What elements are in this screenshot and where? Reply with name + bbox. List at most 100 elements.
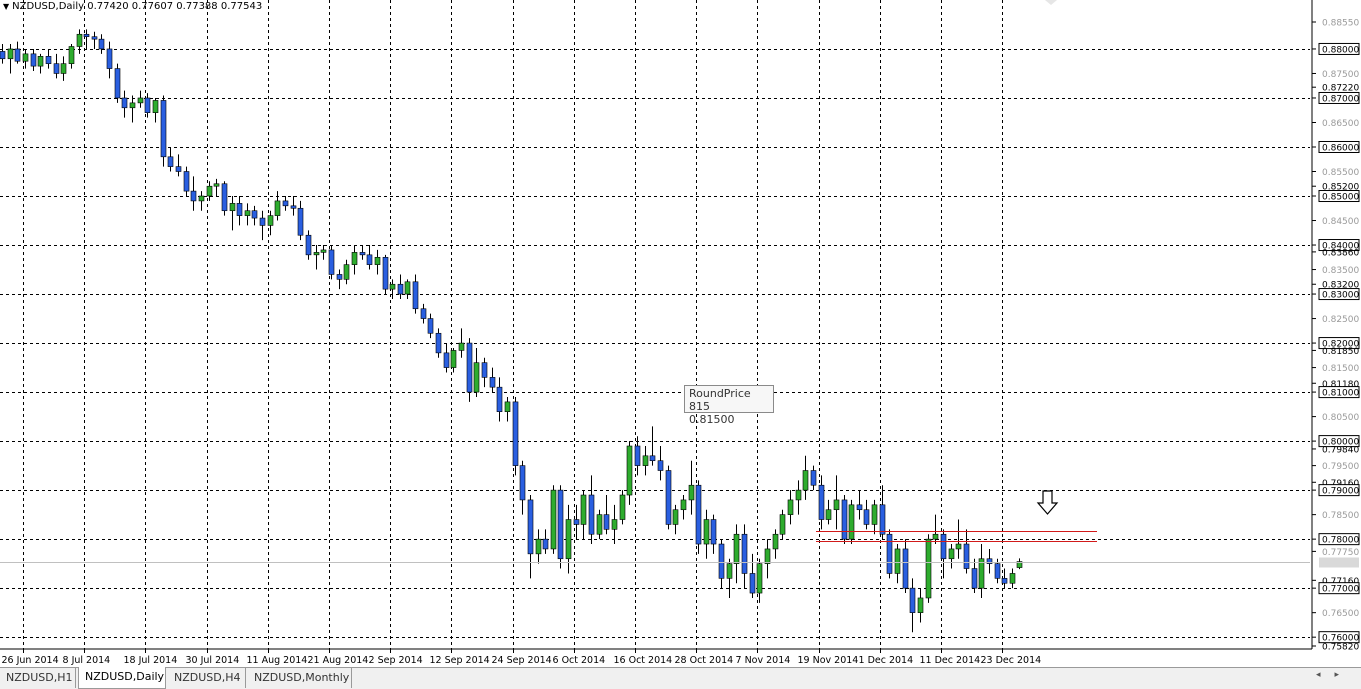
candle — [198, 191, 205, 211]
candle-body — [879, 504, 886, 535]
tab-nzdusd-h4[interactable]: NZDUSD,H4 — [168, 668, 246, 688]
candle-body — [221, 183, 228, 212]
candle — [121, 90, 128, 118]
time-tick-label: 11 Dec 2014 — [920, 655, 981, 666]
candle — [657, 446, 664, 481]
candle — [580, 490, 587, 540]
candle-body — [626, 445, 633, 496]
candle — [909, 578, 916, 633]
candle-body — [825, 509, 832, 520]
price-tick-label: 0.75820 — [1322, 643, 1359, 653]
time-tick-label: 6 Oct 2014 — [553, 655, 606, 666]
candle — [718, 539, 725, 589]
candle — [137, 90, 144, 108]
candle-body — [871, 504, 878, 525]
candle-body — [435, 332, 442, 354]
candle-body — [427, 318, 434, 334]
price-tick-label: 0.87500 — [1322, 70, 1359, 80]
tab-nzdusd-monthly[interactable]: NZDUSD,Monthly — [248, 668, 352, 688]
tab-nzdusd-daily[interactable]: NZDUSD,Daily — [78, 667, 166, 689]
candle-body — [550, 489, 557, 550]
candle-body — [30, 53, 37, 67]
dropdown-triangle-icon[interactable]: ▼ — [3, 2, 9, 11]
candle — [810, 465, 817, 491]
candle — [665, 465, 672, 530]
candle-body — [756, 563, 763, 594]
candle-body — [236, 203, 243, 216]
price-tick: 0.88000 — [1312, 42, 1360, 55]
candle-body — [886, 533, 893, 574]
candle-body — [1001, 578, 1008, 584]
down-arrow-icon — [1036, 490, 1059, 515]
tab-scroll-arrows-icon[interactable]: ◂▸ — [1316, 670, 1353, 680]
candle — [863, 499, 870, 530]
candle-body — [450, 350, 457, 368]
candle-body — [948, 548, 955, 560]
candle-body — [726, 563, 733, 579]
candle — [841, 495, 848, 545]
candle — [802, 455, 809, 500]
candle-body — [909, 587, 916, 613]
candle — [795, 480, 802, 515]
candle-body — [787, 499, 794, 515]
price-tick-label: 0.88550 — [1322, 19, 1359, 29]
candle-body — [76, 33, 83, 47]
price-tick: 0.77750 — [1312, 548, 1359, 558]
candle — [504, 396, 511, 422]
time-axis: 26 Jun 2014 8 Jul 2014 18 Jul 2014 30 Jul 2… — [2, 649, 1041, 666]
candle-body — [53, 63, 60, 74]
candle-body — [91, 36, 98, 40]
candle — [7, 44, 14, 74]
candle-body — [336, 274, 343, 280]
candle — [703, 509, 710, 559]
candle — [152, 97, 159, 123]
candle — [106, 41, 113, 79]
price-axis: 0.885500.880000.875000.872200.870000.865… — [1312, 19, 1360, 653]
candle — [925, 534, 932, 603]
candle — [963, 529, 970, 574]
candle — [30, 48, 37, 72]
candle-body — [420, 308, 427, 319]
tab-nzdusd-h1[interactable]: NZDUSD,H1 — [0, 668, 76, 688]
candle — [695, 480, 702, 554]
horizontal-lines — [0, 531, 1310, 563]
candle-body — [366, 254, 373, 265]
candle-body — [229, 203, 236, 212]
candle-body — [274, 200, 281, 216]
corner-icon — [1045, 0, 1057, 5]
candle-body — [458, 342, 465, 351]
candle — [726, 558, 733, 598]
candle — [978, 544, 985, 598]
candle-body — [779, 514, 786, 535]
grid — [0, 0, 1313, 650]
candle — [60, 56, 67, 81]
candle-body — [1009, 573, 1016, 584]
price-tick: 0.81000 — [1312, 386, 1360, 399]
price-tick-label: 0.87000 — [1322, 94, 1359, 104]
candle — [894, 544, 901, 584]
candle — [672, 504, 679, 535]
candle — [420, 303, 427, 324]
candle — [382, 254, 389, 295]
candle-body — [106, 48, 113, 69]
chart-canvas: 0.885500.880000.875000.872200.870000.865… — [0, 0, 1360, 666]
candle-body — [290, 205, 297, 209]
candle — [527, 495, 534, 579]
candle — [435, 328, 442, 358]
candle — [1009, 568, 1016, 589]
candle-body — [37, 56, 44, 67]
candle — [53, 53, 60, 79]
candle-body — [733, 533, 740, 564]
candle — [764, 539, 771, 579]
candle-body — [343, 264, 350, 280]
candle — [481, 357, 488, 388]
candle-body — [588, 494, 595, 535]
candle — [213, 178, 220, 197]
candle — [412, 274, 419, 314]
price-chart[interactable]: 0.88550 0.88000 0.87500 0.87220 0.87000 0.865… — [0, 0, 1361, 667]
candle-body — [634, 445, 641, 466]
candle-body — [565, 519, 572, 560]
candle — [14, 41, 21, 64]
candle-body — [841, 499, 848, 540]
candle — [825, 499, 832, 525]
